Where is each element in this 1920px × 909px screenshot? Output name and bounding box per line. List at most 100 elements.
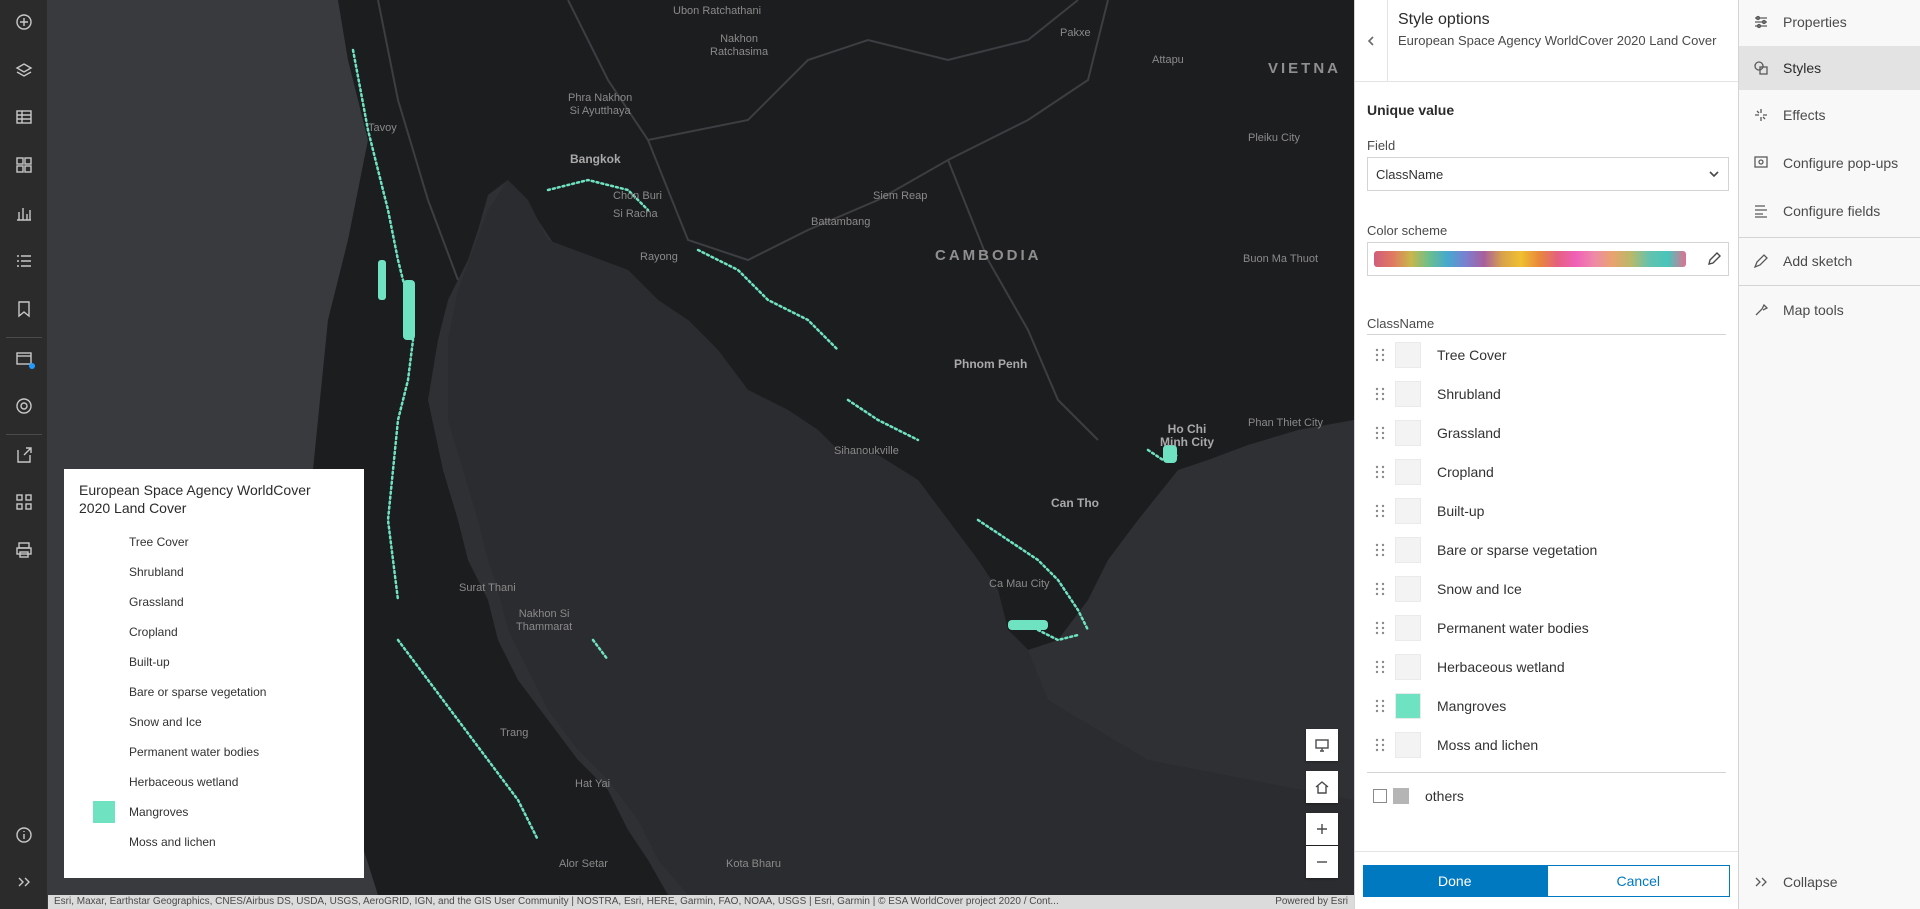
legend-item-label: Herbaceous wetland xyxy=(129,775,239,789)
effects-item[interactable]: Effects xyxy=(1739,93,1920,137)
class-row[interactable]: Permanent water bodies xyxy=(1367,608,1726,647)
drag-handle-icon[interactable] xyxy=(1373,465,1387,479)
class-row[interactable]: Shrubland xyxy=(1367,374,1726,413)
drag-handle-icon[interactable] xyxy=(1373,543,1387,557)
class-swatch[interactable] xyxy=(1395,419,1421,446)
attribution-bar[interactable]: Esri, Maxar, Earthstar Geographics, CNES… xyxy=(48,895,1354,909)
powered-by-esri[interactable]: Powered by Esri xyxy=(1275,895,1348,909)
drag-handle-icon[interactable] xyxy=(1373,660,1387,674)
back-button[interactable] xyxy=(1355,0,1388,81)
legend-item: Mangroves xyxy=(79,797,349,827)
effects-icon xyxy=(1755,109,1767,121)
map-label-nakhonsi: Nakhon Si Thammarat xyxy=(516,608,573,633)
class-swatch[interactable] xyxy=(1395,341,1421,368)
class-label: Herbaceous wetland xyxy=(1437,658,1565,675)
legend-icon[interactable] xyxy=(0,241,48,281)
legend-list: Tree Cover Shrubland Grassland Cropland Buil… xyxy=(79,527,349,857)
create-app-icon[interactable] xyxy=(0,482,48,522)
map-label-trang: Trang xyxy=(500,727,529,739)
drag-handle-icon[interactable] xyxy=(1373,582,1387,596)
color-ramp[interactable] xyxy=(1374,251,1686,267)
configure-popups-item[interactable]: Configure pop-ups xyxy=(1739,141,1920,185)
drag-handle-icon[interactable] xyxy=(1373,504,1387,518)
map-label-hatyai: Hat Yai xyxy=(575,778,611,790)
class-swatch[interactable] xyxy=(1395,536,1421,563)
share-icon[interactable] xyxy=(0,435,48,475)
map-label-tavoy: Tavoy xyxy=(368,122,397,134)
legend-swatch xyxy=(93,561,115,583)
properties-icon xyxy=(1755,15,1767,29)
map-label-nakhon: Nakhon Ratchasima xyxy=(710,33,769,58)
others-swatch[interactable] xyxy=(1393,787,1409,804)
map-tools-icon xyxy=(1755,303,1769,316)
chevron-left-icon xyxy=(1367,35,1374,46)
legend-item: Permanent water bodies xyxy=(79,737,349,767)
others-checkbox[interactable] xyxy=(1373,788,1387,803)
drag-handle-icon[interactable] xyxy=(1373,621,1387,635)
class-swatch[interactable] xyxy=(1395,458,1421,485)
field-select[interactable]: ClassName xyxy=(1367,157,1729,191)
class-swatch[interactable] xyxy=(1395,575,1421,602)
legend-swatch xyxy=(93,771,115,793)
charts-icon[interactable] xyxy=(0,193,48,233)
class-label: Moss and lichen xyxy=(1437,736,1539,753)
drag-handle-icon[interactable] xyxy=(1373,387,1387,401)
add-icon[interactable] xyxy=(0,2,48,42)
pencil-icon[interactable] xyxy=(1706,251,1722,267)
class-swatch[interactable] xyxy=(1395,731,1421,758)
legend-item-label: Tree Cover xyxy=(129,535,189,549)
map-label-pakxe: Pakxe xyxy=(1060,27,1091,39)
class-swatch[interactable] xyxy=(1395,653,1421,680)
zoom-out-icon[interactable] xyxy=(1306,846,1338,878)
class-swatch[interactable] xyxy=(1395,614,1421,641)
popup-icon xyxy=(1754,156,1768,168)
legend-item-label: Bare or sparse vegetation xyxy=(129,685,267,699)
legend-item-label: Mangroves xyxy=(129,805,189,819)
class-row[interactable]: Cropland xyxy=(1367,452,1726,491)
map-label-phanthiet: Phan Thiet City xyxy=(1248,417,1324,429)
zoom-in-icon[interactable] xyxy=(1306,813,1338,845)
table-icon[interactable] xyxy=(0,97,48,137)
drag-handle-icon[interactable] xyxy=(1373,699,1387,713)
collapse-icon xyxy=(1755,877,1767,887)
map-label-kotabharu: Kota Bharu xyxy=(726,858,782,870)
home-icon[interactable] xyxy=(1306,771,1338,803)
class-swatch[interactable] xyxy=(1395,380,1421,407)
drag-handle-icon[interactable] xyxy=(1373,426,1387,440)
info-icon[interactable] xyxy=(0,815,48,855)
print-icon[interactable] xyxy=(0,530,48,570)
unique-value-heading: Unique value xyxy=(1367,102,1455,118)
cancel-button[interactable]: Cancel xyxy=(1546,864,1730,897)
default-extent-icon[interactable] xyxy=(1306,729,1338,761)
bookmarks-icon[interactable] xyxy=(0,289,48,329)
expand-icon[interactable] xyxy=(0,862,48,902)
legend-swatch xyxy=(93,831,115,853)
class-row[interactable]: Tree Cover xyxy=(1367,335,1726,374)
properties-item[interactable]: Properties xyxy=(1739,0,1920,44)
class-row[interactable]: Snow and Ice xyxy=(1367,569,1726,608)
add-sketch-item[interactable]: Add sketch xyxy=(1739,239,1920,283)
class-row[interactable]: Mangroves xyxy=(1367,686,1726,725)
class-row[interactable]: Built-up xyxy=(1367,491,1726,530)
add-sketch-label: Add sketch xyxy=(1783,253,1853,269)
map-label-phnompenh: Phnom Penh xyxy=(954,357,1028,371)
configure-fields-item[interactable]: Configure fields xyxy=(1739,189,1920,233)
map-properties-icon[interactable] xyxy=(0,339,48,379)
drag-handle-icon[interactable] xyxy=(1373,738,1387,752)
styles-item[interactable]: Styles xyxy=(1739,46,1920,90)
class-row[interactable]: Moss and lichen xyxy=(1367,725,1726,764)
class-row[interactable]: Grassland xyxy=(1367,413,1726,452)
layers-icon[interactable] xyxy=(0,50,48,90)
drag-handle-icon[interactable] xyxy=(1373,348,1387,362)
done-button[interactable]: Done xyxy=(1363,864,1547,897)
settings-icon[interactable] xyxy=(0,386,48,426)
class-row[interactable]: Herbaceous wetland xyxy=(1367,647,1726,686)
class-swatch[interactable] xyxy=(1395,692,1421,719)
class-swatch[interactable] xyxy=(1395,497,1421,524)
class-label: Built-up xyxy=(1437,502,1485,519)
map-tools-item[interactable]: Map tools xyxy=(1739,288,1920,332)
basemap-icon[interactable] xyxy=(0,145,48,185)
collapse-button[interactable]: Collapse xyxy=(1739,860,1920,904)
class-row[interactable]: Bare or sparse vegetation xyxy=(1367,530,1726,569)
color-scheme-selector[interactable] xyxy=(1367,242,1729,276)
